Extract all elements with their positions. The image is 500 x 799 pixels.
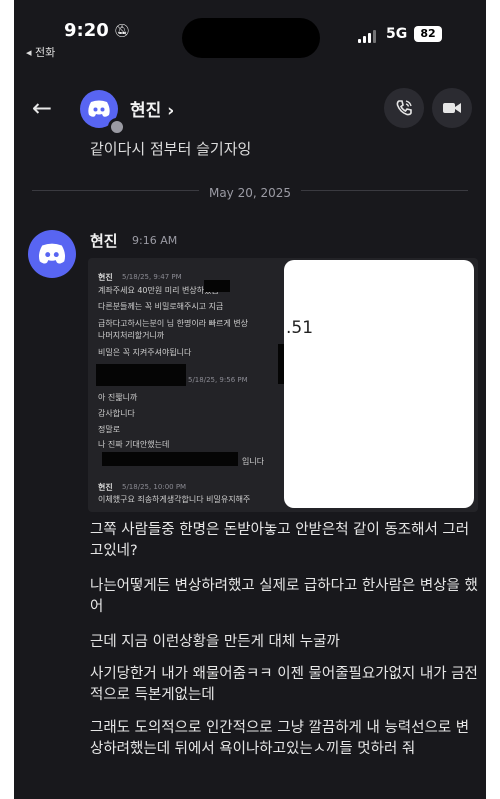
back-arrow-icon[interactable]: ← — [32, 94, 52, 122]
block-time: 5/18/25, 10:00 PM — [122, 483, 187, 491]
previous-message-text: 같이다시 점부터 슬기자잉 — [90, 140, 252, 158]
block-line: 나 진짜 기대안했는데 — [98, 440, 170, 449]
discord-icon — [38, 243, 66, 264]
discord-icon — [88, 100, 110, 117]
block-line: 나머지처리할거니까 — [98, 331, 165, 340]
overlay-image-panel — [284, 260, 474, 508]
block-line: 감사합니다 — [98, 409, 135, 418]
date-divider: May 20, 2025 — [14, 182, 486, 201]
phone-call-icon — [396, 100, 412, 116]
partial-number: .51 — [286, 318, 314, 338]
voice-call-button[interactable] — [384, 88, 424, 128]
redaction-block — [96, 364, 186, 386]
chat-header: ← 현진 › — [14, 86, 486, 136]
presence-status-dot — [108, 118, 126, 136]
contact-name[interactable]: 현진 › — [130, 96, 174, 121]
block-line: 계좌주세요 40만원 미리 변상하겠습 — [98, 286, 219, 295]
network-type: 5G — [386, 26, 408, 42]
author-avatar[interactable] — [28, 230, 76, 278]
message-author[interactable]: 현진 — [90, 230, 118, 251]
signal-icon — [358, 30, 376, 43]
block-line: 비밀은 꼭 지켜주셔야됩니다 — [98, 348, 192, 357]
dynamic-island — [182, 18, 320, 58]
block-author: 현진 — [98, 483, 113, 492]
block-time: 5/18/25, 9:56 PM — [188, 376, 248, 384]
video-camera-icon — [443, 103, 461, 113]
message-line: 그래도 도의적으로 인간적으로 그냥 깔끔하게 내 능력선으로 변상하려했는데 … — [90, 720, 470, 757]
message-line: 근데 지금 이런상황을 만든게 대체 누굴까 — [90, 634, 340, 650]
date-label: May 20, 2025 — [198, 186, 302, 200]
redaction-block — [102, 452, 238, 466]
status-bar: 9:20 🔕︎ ◂ 전화 5G 82 — [14, 0, 486, 70]
block-time: 5/18/25, 9:47 PM — [122, 273, 182, 281]
block-line: 급하다고하시는분이 님 한명이라 빠르게 변상 — [98, 319, 249, 328]
redaction-block — [204, 280, 230, 292]
message-line: 그쪽 사람들중 한명은 돈받아놓고 안받은척 같이 동조해서 그러고있네? — [90, 522, 470, 559]
block-line: 아 진짧니까 — [98, 393, 138, 402]
block-line: 입니다 — [242, 457, 265, 466]
chat-screen: 9:20 🔕︎ ◂ 전화 5G 82 ← 현진 › 같이다시 점부터 슬기자잉 … — [14, 0, 486, 799]
clock: 9:20 — [64, 20, 109, 41]
video-call-button[interactable] — [432, 88, 472, 128]
back-to-call-link[interactable]: ◂ 전화 — [26, 44, 55, 60]
message-timestamp: 9:16 AM — [132, 234, 178, 247]
message-line: 나는어떻게든 변상하려했고 실제로 급하다고 한사람은 변상을 했어 — [90, 578, 478, 615]
battery-indicator: 82 — [414, 26, 442, 42]
block-author: 현진 — [98, 273, 113, 282]
message-line: 사기당한거 내가 왜물어줌ㅋㅋ 이젠 물어줄필요가없지 내가 금전적으로 득본게… — [90, 666, 478, 703]
attached-screenshot-image[interactable]: 현진 5/18/25, 9:47 PM 계좌주세요 40만원 미리 변상하겠습 … — [88, 258, 478, 512]
block-line: 다른분들께는 꼭 비밀로해주시고 지금 — [98, 302, 224, 311]
block-line: 정말로 — [98, 425, 121, 434]
block-line: 이체했구요 죄송하게생각합니다 비밀유지해주 — [98, 495, 251, 504]
bell-slash-icon: 🔕︎ — [114, 24, 131, 39]
